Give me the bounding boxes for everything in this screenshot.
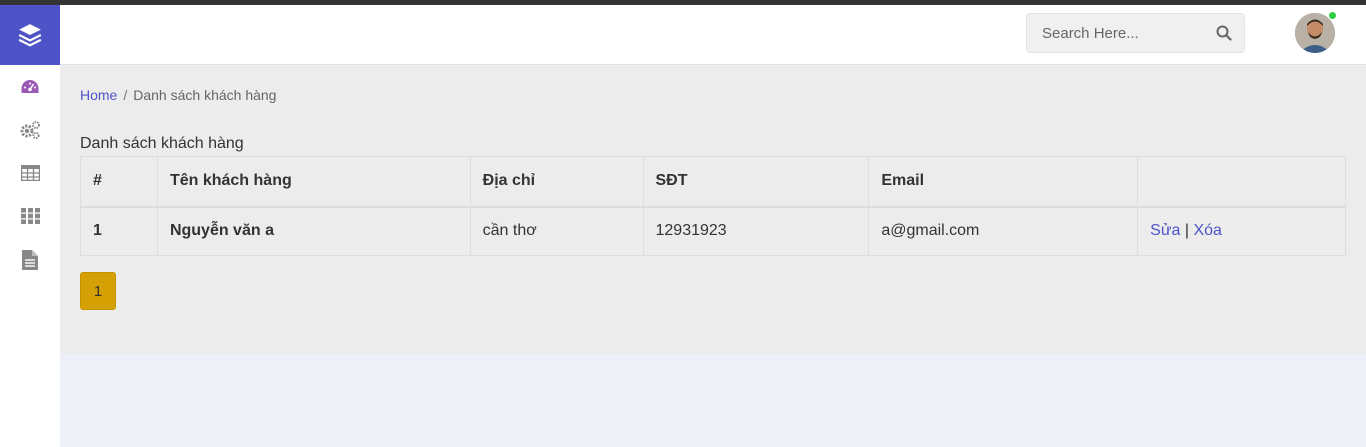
pagination-page-button[interactable]: 1	[80, 272, 116, 310]
layers-icon	[18, 24, 42, 47]
cell-phone: 12931923	[642, 206, 870, 256]
main-content: Home / Danh sách khách hàng Danh sách khác…	[60, 66, 1366, 354]
cell-email: a@gmail.com	[868, 206, 1139, 256]
customer-table: # Tên khách hàng Địa chỉ SĐT Email 1 Ngu…	[80, 156, 1346, 256]
cell-index: 1	[80, 206, 158, 256]
edit-link[interactable]: Sửa	[1150, 222, 1180, 239]
delete-link[interactable]: Xóa	[1193, 222, 1221, 239]
breadcrumb-home-link[interactable]: Home	[80, 87, 117, 103]
sidebar-item-settings[interactable]	[0, 110, 60, 150]
table-icon	[20, 165, 40, 181]
cell-actions: Sửa | Xóa	[1137, 206, 1346, 256]
breadcrumb: Home / Danh sách khách hàng	[80, 87, 276, 103]
page-title: Danh sách khách hàng	[80, 135, 244, 152]
column-header-index: #	[80, 156, 158, 208]
column-header-phone: SĐT	[642, 156, 870, 208]
logo[interactable]	[0, 5, 60, 65]
sidebar-item-dashboard[interactable]	[0, 67, 60, 107]
table-header-row: # Tên khách hàng Địa chỉ SĐT Email	[80, 156, 1346, 208]
column-header-address: Địa chỉ	[469, 156, 644, 208]
action-divider: |	[1184, 222, 1190, 240]
sidebar	[0, 65, 60, 447]
column-header-email: Email	[868, 156, 1139, 208]
online-status-indicator	[1328, 11, 1337, 20]
column-header-name: Tên khách hàng	[156, 156, 471, 208]
column-header-actions	[1137, 156, 1346, 208]
grid-icon	[20, 208, 40, 224]
document-icon	[22, 250, 38, 270]
sidebar-item-apps[interactable]	[0, 196, 60, 236]
gears-icon	[20, 121, 40, 140]
cell-address: cần thơ	[469, 206, 644, 256]
breadcrumb-current: Danh sách khách hàng	[133, 87, 277, 103]
search-box	[1026, 13, 1245, 53]
sidebar-item-documents[interactable]	[0, 240, 60, 280]
table-row: 1 Nguyễn văn a cần thơ 12931923 a@gmail.…	[80, 206, 1346, 256]
cell-name: Nguyễn văn a	[156, 206, 471, 256]
sidebar-item-tables[interactable]	[0, 153, 60, 193]
dashboard-icon	[21, 80, 39, 93]
search-icon[interactable]	[1216, 25, 1232, 41]
breadcrumb-separator: /	[123, 87, 128, 103]
header	[0, 5, 1366, 65]
search-input[interactable]	[1027, 24, 1207, 42]
